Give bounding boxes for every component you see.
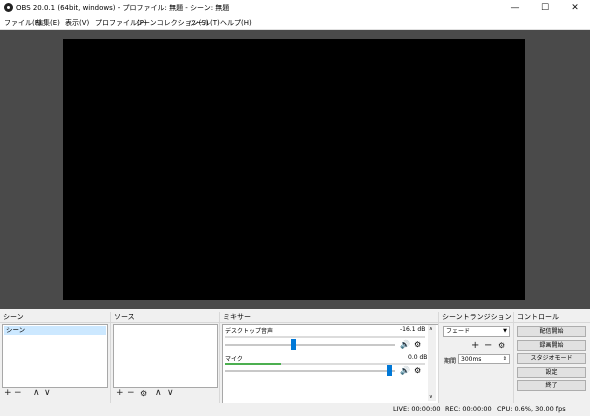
desktop-audio-volume-slider[interactable] — [225, 344, 395, 346]
close-button[interactable]: ✕ — [560, 0, 590, 16]
rec-status: REC: 00:00:00 — [445, 405, 492, 413]
scroll-up-icon[interactable]: ∧ — [429, 326, 433, 332]
obs-logo-icon — [4, 3, 13, 12]
menu-bar: ファイル(F) 編集(E) 表示(V) プロファイル(P) シーンコレクション(… — [0, 16, 590, 30]
minimize-button[interactable]: — — [500, 0, 530, 16]
start-recording-button[interactable]: 録画開始 — [517, 340, 586, 351]
scenes-title: シーン — [0, 312, 110, 323]
mic-gear-icon[interactable]: ⚙ — [414, 367, 421, 375]
sources-list[interactable] — [113, 324, 218, 388]
maximize-button[interactable]: ☐ — [530, 0, 560, 16]
move-scene-up-button[interactable]: ∧ — [33, 389, 40, 398]
add-transition-button[interactable]: + — [471, 341, 479, 351]
mic-meter — [225, 363, 425, 365]
scene-item[interactable]: シーン — [4, 326, 106, 335]
controls-title: コントロール — [514, 312, 590, 323]
live-status: LIVE: 00:00:00 — [393, 405, 441, 413]
preview-area — [0, 30, 590, 309]
duration-value: 300ms — [461, 356, 482, 363]
duration-spinbox[interactable]: 300ms ⇕ — [458, 354, 510, 364]
scenes-list[interactable]: シーン — [2, 324, 108, 388]
add-source-button[interactable]: + — [116, 389, 124, 398]
mic-volume-slider[interactable] — [225, 370, 395, 372]
exit-button[interactable]: 終了 — [517, 380, 586, 391]
menu-tools[interactable]: ツール(T) — [189, 18, 220, 28]
source-settings-gear-icon[interactable]: ⚙ — [140, 389, 147, 398]
desktop-audio-gear-icon[interactable]: ⚙ — [414, 341, 421, 349]
preview-canvas[interactable] — [63, 39, 525, 300]
cpu-status: CPU: 0.6%, 30.00 fps — [497, 405, 566, 413]
desktop-audio-volume-handle[interactable] — [291, 339, 297, 350]
start-streaming-button[interactable]: 配信開始 — [517, 326, 586, 337]
desktop-audio-meter — [225, 336, 425, 338]
menu-help[interactable]: ヘルプ(H) — [220, 18, 252, 28]
status-bar: LIVE: 00:00:00 REC: 00:00:00 CPU: 0.6%, … — [0, 403, 590, 416]
desktop-audio-speaker-icon[interactable]: 🔊 — [400, 341, 410, 349]
transitions-title: シーントランジション — [439, 312, 513, 323]
settings-button[interactable]: 設定 — [517, 367, 586, 378]
desktop-audio-db: -16.1 dB — [400, 326, 426, 333]
mic-label: マイク — [225, 356, 243, 363]
studio-mode-button[interactable]: スタジオモード — [517, 353, 586, 364]
menu-view[interactable]: 表示(V) — [65, 18, 89, 28]
title-bar: OBS 20.0.1 (64bit, windows) - プロファイル: 無題… — [0, 0, 590, 16]
menu-edit[interactable]: 編集(E) — [36, 18, 60, 28]
chevron-down-icon: ▼ — [503, 328, 507, 334]
move-source-up-button[interactable]: ∧ — [155, 389, 162, 398]
remove-transition-button[interactable]: − — [484, 341, 492, 351]
mixer-scrollbar[interactable]: ∧ ∨ — [428, 325, 436, 401]
transition-selected: フェード — [446, 328, 471, 335]
scroll-down-icon[interactable]: ∨ — [429, 394, 433, 400]
transition-select[interactable]: フェード ▼ — [443, 326, 510, 337]
move-source-down-button[interactable]: ∨ — [167, 389, 174, 398]
duration-label: 期間 — [444, 358, 457, 365]
mic-volume-handle[interactable] — [386, 365, 392, 376]
remove-source-button[interactable]: − — [127, 389, 135, 398]
move-scene-down-button[interactable]: ∨ — [44, 389, 51, 398]
remove-scene-button[interactable]: − — [14, 389, 22, 398]
mic-db: 0.0 dB — [408, 354, 428, 361]
desktop-audio-label: デスクトップ音声 — [225, 328, 274, 335]
mic-meter-level — [225, 363, 281, 365]
transition-settings-gear-icon[interactable]: ⚙ — [498, 341, 505, 350]
mic-speaker-icon[interactable]: 🔊 — [400, 367, 410, 375]
window-title: OBS 20.0.1 (64bit, windows) - プロファイル: 無題… — [16, 4, 230, 12]
sources-title: ソース — [111, 312, 219, 323]
mixer-title: ミキサー — [220, 312, 438, 323]
spin-arrows-icon: ⇕ — [502, 356, 507, 362]
add-scene-button[interactable]: + — [4, 389, 12, 398]
